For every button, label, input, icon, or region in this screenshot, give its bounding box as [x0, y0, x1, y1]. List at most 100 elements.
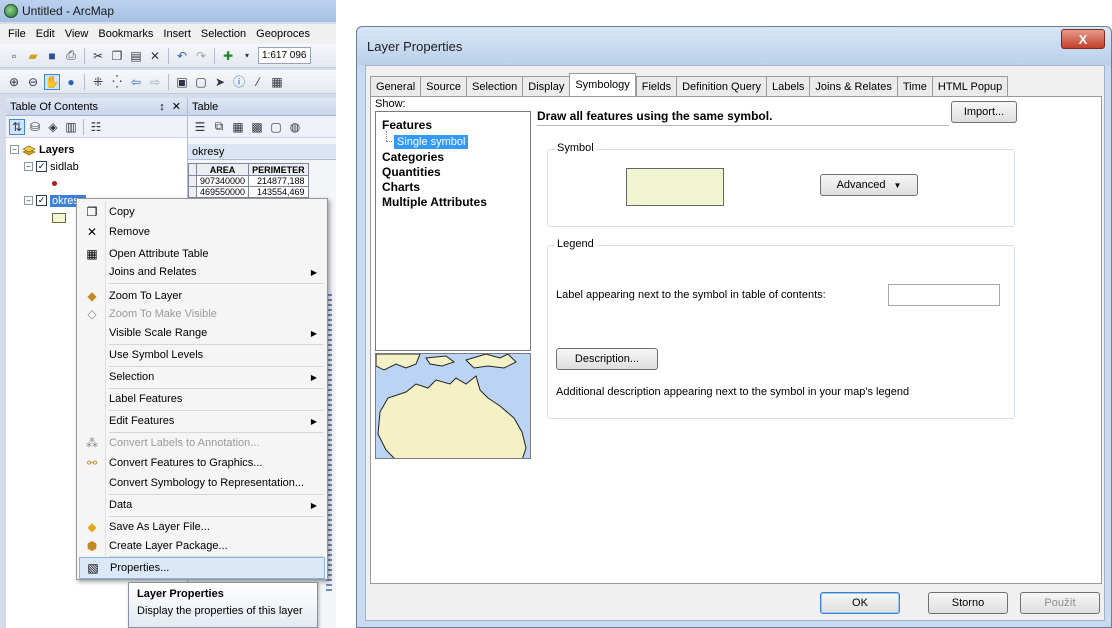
list-by-selection-icon[interactable]: ▥ [63, 119, 79, 135]
new-document-icon[interactable]: ▫ [6, 48, 22, 64]
tab-time[interactable]: Time [896, 76, 932, 96]
menu-item-edit-features[interactable]: Edit Features ▶ [79, 410, 325, 432]
menu-item-label: Convert Labels to Annotation... [109, 437, 260, 449]
menu-item-copy[interactable]: ❐ Copy [79, 201, 325, 223]
zoom-in-icon[interactable]: ⊕ [6, 74, 22, 90]
menu-file[interactable]: File [8, 28, 26, 40]
list-by-drawing-order-icon[interactable]: ⇅ [9, 118, 25, 135]
menu-item-joins-and-relates[interactable]: Joins and Relates ▶ [79, 261, 325, 283]
menu-item-convert-labels-to-annotation[interactable]: ⁂ Convert Labels to Annotation... [79, 432, 325, 454]
delete-selected-icon[interactable]: ◍ [287, 119, 303, 135]
menu-bookmarks[interactable]: Bookmarks [98, 28, 153, 40]
table-row[interactable]: 907340000 214877,188 [188, 175, 309, 187]
layer-visibility-checkbox[interactable]: ✓ [36, 195, 47, 206]
collapse-icon[interactable]: − [10, 145, 19, 154]
select-elements-icon[interactable]: ➤ [212, 74, 228, 90]
copy-icon[interactable]: ❐ [109, 48, 125, 64]
options-icon[interactable]: ☷ [88, 119, 104, 135]
collapse-icon[interactable]: − [24, 162, 33, 171]
tab-selection[interactable]: Selection [466, 76, 523, 96]
renderer-multiple-attributes[interactable]: Multiple Attributes [376, 195, 530, 210]
menu-edit[interactable]: Edit [36, 28, 55, 40]
tab-html-popup[interactable]: HTML Popup [931, 76, 1009, 96]
toc-pin-close-controls[interactable]: ↕ ✕ [159, 100, 183, 113]
related-tables-icon[interactable]: ⧉ [211, 119, 227, 135]
menu-item-selection[interactable]: Selection ▶ [79, 366, 325, 388]
measure-icon[interactable]: ⁄ [250, 74, 266, 90]
menu-item-visible-scale-range[interactable]: Visible Scale Range ▶ [79, 322, 325, 344]
menu-item-label-features[interactable]: Label Features [79, 388, 325, 410]
pan-icon[interactable]: ✋ [44, 73, 60, 90]
toc-layer-sidlab[interactable]: − ✓ sidlab [10, 158, 187, 175]
toc-layers-root[interactable]: − Layers [10, 141, 187, 158]
table-tab-okresy[interactable]: okresy [188, 144, 336, 160]
open-folder-icon[interactable]: ▰ [25, 48, 41, 64]
switch-selection-icon[interactable]: ▩ [249, 119, 265, 135]
menu-item-remove[interactable]: ✕ Remove [79, 221, 325, 243]
menu-geoprocessing[interactable]: Geoproces [256, 28, 310, 40]
delete-icon[interactable]: ✕ [147, 48, 163, 64]
renderer-single-symbol[interactable]: Single symbol [376, 131, 530, 150]
symbol-swatch-button[interactable] [626, 168, 724, 206]
cancel-button[interactable]: Storno [928, 592, 1008, 614]
legend-label-input[interactable] [888, 284, 1000, 306]
collapse-icon[interactable]: − [24, 196, 33, 205]
table-row[interactable]: 469550000 143554,469 [188, 186, 309, 198]
tab-display[interactable]: Display [522, 76, 570, 96]
tab-general[interactable]: General [370, 76, 421, 96]
fixed-zoom-out-icon[interactable]: ⁛ [109, 74, 125, 90]
tab-source[interactable]: Source [420, 76, 466, 96]
renderer-categories[interactable]: Categories [376, 150, 530, 165]
forward-extent-icon[interactable]: ⇨ [147, 74, 163, 90]
add-data-icon[interactable]: ✚ [220, 48, 236, 64]
clear-selection-icon[interactable]: ▢ [193, 74, 209, 90]
zoom-out-icon[interactable]: ⊖ [25, 74, 41, 90]
apply-button[interactable]: Použít [1020, 592, 1100, 614]
redo-icon[interactable]: ↷ [193, 48, 209, 64]
back-extent-icon[interactable]: ⇦ [128, 74, 144, 90]
menu-view[interactable]: View [65, 28, 89, 40]
map-scale-input[interactable]: 1:617 096 [258, 47, 311, 64]
menu-item-convert-symbology-to-representation[interactable]: Convert Symbology to Representation... [79, 472, 325, 494]
list-by-visibility-icon[interactable]: ◈ [45, 119, 61, 135]
paste-icon[interactable]: ▤ [128, 48, 144, 64]
menu-item-properties[interactable]: ▧ Properties... [79, 557, 325, 579]
print-icon[interactable]: ⎙ [63, 48, 79, 64]
renderer-quantities[interactable]: Quantities [376, 165, 530, 180]
dialog-close-button[interactable]: X [1061, 29, 1105, 49]
layer-visibility-checkbox[interactable]: ✓ [36, 161, 47, 172]
tab-joins-relates[interactable]: Joins & Relates [809, 76, 897, 96]
tab-symbology[interactable]: Symbology [569, 73, 636, 96]
column-header-perimeter[interactable]: PERIMETER [248, 163, 309, 176]
dropdown-arrow-icon[interactable]: ▾ [239, 48, 255, 64]
menu-item-data[interactable]: Data ▶ [79, 494, 325, 516]
select-features-icon[interactable]: ▣ [174, 74, 190, 90]
identify-icon[interactable]: ⓘ [231, 74, 247, 90]
list-by-source-icon[interactable]: ⛁ [27, 119, 43, 135]
description-button[interactable]: Description... [556, 348, 658, 370]
renderer-features[interactable]: Features [376, 118, 530, 133]
import-button[interactable]: Import... [951, 101, 1017, 123]
fixed-zoom-in-icon[interactable]: ⁜ [90, 74, 106, 90]
ok-button[interactable]: OK [820, 592, 900, 614]
table-options-icon[interactable]: ☰ [192, 119, 208, 135]
renderer-charts[interactable]: Charts [376, 180, 530, 195]
menu-insert[interactable]: Insert [163, 28, 191, 40]
tab-fields[interactable]: Fields [635, 76, 677, 96]
menu-item-label: Zoom To Layer [109, 290, 183, 302]
menu-item-use-symbol-levels[interactable]: Use Symbol Levels [79, 344, 325, 366]
cut-icon[interactable]: ✂ [90, 48, 106, 64]
full-extent-icon[interactable]: ● [63, 74, 79, 90]
html-popup-icon[interactable]: ▦ [269, 74, 285, 90]
menu-item-convert-features-to-graphics[interactable]: ⚯ Convert Features to Graphics... [79, 452, 325, 474]
clear-table-selection-icon[interactable]: ▢ [268, 119, 284, 135]
undo-icon[interactable]: ↶ [174, 48, 190, 64]
menu-selection[interactable]: Selection [201, 28, 246, 40]
tab-definition-query[interactable]: Definition Query [676, 76, 766, 96]
advanced-button[interactable]: Advanced ▼ [820, 174, 918, 196]
menu-item-create-layer-package[interactable]: ⬢ Create Layer Package... [79, 535, 325, 557]
column-header-area[interactable]: AREA [195, 163, 250, 176]
select-by-attributes-icon[interactable]: ▦ [230, 119, 246, 135]
save-icon[interactable]: ■ [44, 48, 60, 64]
tab-labels[interactable]: Labels [765, 76, 810, 96]
